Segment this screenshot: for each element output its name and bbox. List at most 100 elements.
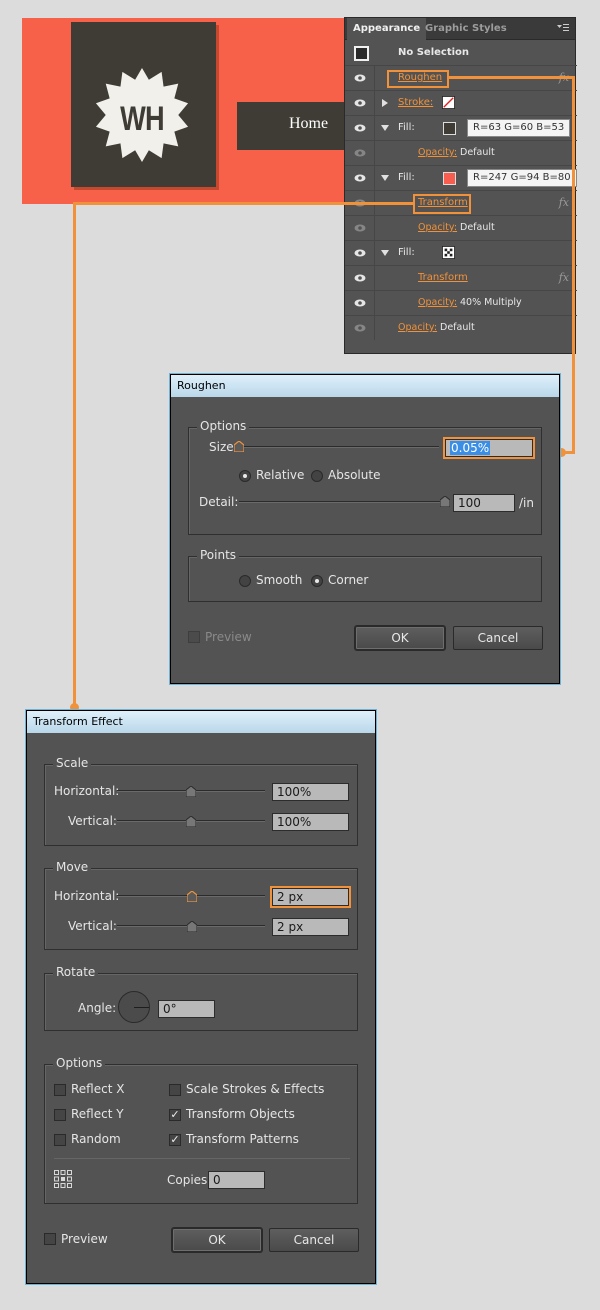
scale-horizontal-thumb[interactable] [186,786,196,797]
relative-radio[interactable] [239,470,251,482]
pattern-swatch-icon[interactable] [442,246,455,259]
preview-checkbox[interactable] [44,1233,56,1245]
relative-label[interactable]: Relative [256,468,304,482]
visibility-toggle[interactable] [345,91,375,115]
scale-vertical-thumb[interactable] [186,816,196,827]
visibility-toggle[interactable] [345,266,375,290]
ok-button[interactable]: OK [355,626,445,650]
fill-swatch-red[interactable] [443,172,456,185]
nav-home-link: Home [289,115,329,132]
visibility-toggle[interactable] [345,291,375,315]
collapse-arrow-icon[interactable] [381,125,389,131]
preview-label[interactable]: Preview [61,1232,108,1246]
row-opacity-1[interactable]: Opacity: Default [345,141,577,166]
detail-slider-thumb[interactable] [440,496,450,507]
corner-label[interactable]: Corner [328,573,368,587]
reflect-x-checkbox[interactable] [54,1084,66,1096]
visibility-toggle[interactable] [345,216,375,240]
row-opacity-2[interactable]: Opacity: Default [345,216,577,241]
cancel-button[interactable]: Cancel [453,626,543,650]
collapse-arrow-icon[interactable] [381,250,389,256]
transform-objects-label[interactable]: Transform Objects [186,1107,295,1121]
collapse-arrow-icon[interactable] [381,175,389,181]
preview-checkbox[interactable] [188,631,200,643]
visibility-toggle[interactable] [345,141,375,165]
transform-patterns-checkbox[interactable]: ✓ [169,1134,181,1146]
opacity-link[interactable]: Opacity: [398,322,437,333]
corner-radio[interactable] [311,575,323,587]
size-input[interactable]: 0.05% [443,437,535,459]
transform-effect-dialog: Transform Effect Scale Horizontal: 100% … [26,710,376,1284]
tab-appearance[interactable]: Appearance [347,18,427,40]
cancel-button[interactable]: Cancel [269,1228,359,1252]
fill-swatch-dark[interactable] [443,122,456,135]
no-stroke-swatch-icon[interactable] [442,96,455,109]
move-vertical-thumb[interactable] [187,921,197,932]
dialog-title: Roughen [171,375,559,397]
random-label[interactable]: Random [71,1132,121,1146]
row-fill-3[interactable]: Fill: [345,241,577,266]
row-no-selection[interactable]: No Selection [345,41,577,66]
scale-horizontal-input[interactable]: 100% [272,783,349,801]
eye-icon [354,249,366,257]
preview-label[interactable]: Preview [205,630,252,644]
opacity-link[interactable]: Opacity: [418,147,457,158]
group-label: Options [197,419,250,433]
move-horizontal-label: Horizontal: [54,889,120,903]
scale-vertical-input[interactable]: 100% [272,813,349,831]
move-horizontal-input[interactable]: 2 px [270,886,351,908]
opacity-link[interactable]: Opacity: [418,297,457,308]
fill-label: Fill: [398,172,415,183]
reference-point-icon[interactable] [54,1170,72,1188]
visibility-toggle[interactable] [345,66,375,90]
group-label: Move [53,860,92,874]
detail-input[interactable]: 100 [453,494,515,512]
reflect-x-label[interactable]: Reflect X [71,1082,124,1096]
row-fill-1[interactable]: Fill: R=63 G=60 B=53 [345,116,577,141]
size-slider-thumb[interactable] [234,441,245,452]
visibility-toggle[interactable] [345,241,375,265]
connector-line [73,202,414,205]
absolute-label[interactable]: Absolute [328,468,380,482]
visibility-toggle[interactable] [345,166,375,190]
stroke-link[interactable]: Stroke: [398,97,433,108]
smooth-radio[interactable] [239,575,251,587]
transform-effect-link[interactable]: Transform [418,272,468,283]
move-vertical-input[interactable]: 2 px [272,918,349,936]
panel-menu-icon[interactable] [557,23,569,33]
move-vertical-label: Vertical: [68,919,117,933]
opacity-link[interactable]: Opacity: [418,222,457,233]
scale-strokes-checkbox[interactable] [169,1084,181,1096]
no-selection-label: No Selection [398,47,470,58]
reflect-y-checkbox[interactable] [54,1109,66,1121]
row-transform-2[interactable]: Transform fx [345,266,577,291]
copies-input[interactable]: 0 [208,1171,265,1189]
ok-button[interactable]: OK [172,1228,262,1252]
smooth-label[interactable]: Smooth [256,573,302,587]
detail-slider-track[interactable] [239,501,445,503]
opacity-value: Default [460,147,495,158]
move-horizontal-thumb[interactable] [187,891,197,902]
visibility-toggle[interactable] [345,116,375,140]
row-opacity-3[interactable]: Opacity: 40% Multiply [345,291,577,316]
row-opacity-4[interactable]: Opacity: Default [345,316,577,341]
points-group: Points Smooth Corner [188,548,542,602]
detail-unit: /in [519,496,534,510]
group-label: Scale [53,756,92,770]
angle-input[interactable]: 0° [158,1000,215,1018]
angle-dial-icon[interactable] [118,991,150,1023]
transform-patterns-label[interactable]: Transform Patterns [186,1132,299,1146]
eye-icon [354,124,366,132]
tab-graphic-styles[interactable]: Graphic Styles [419,18,513,40]
random-checkbox[interactable] [54,1134,66,1146]
scale-strokes-label[interactable]: Scale Strokes & Effects [186,1082,324,1096]
absolute-radio[interactable] [311,470,323,482]
transform-objects-checkbox[interactable]: ✓ [169,1109,181,1121]
expand-arrow-icon[interactable] [382,99,388,107]
visibility-toggle[interactable] [345,316,375,340]
size-slider-track[interactable] [239,446,439,448]
row-fill-2[interactable]: Fill: R=247 G=94 B=80 [345,166,577,191]
row-stroke[interactable]: Stroke: [345,91,577,116]
panel-tabs: Appearance Graphic Styles [345,18,575,40]
reflect-y-label[interactable]: Reflect Y [71,1107,124,1121]
